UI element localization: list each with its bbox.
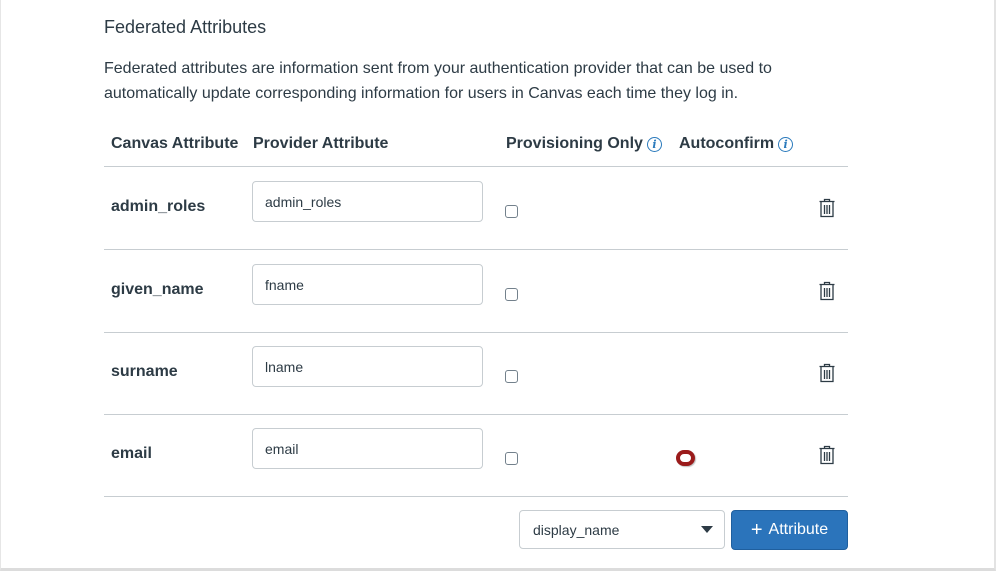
- add-attribute-button[interactable]: + Attribute: [731, 510, 848, 550]
- provider-attribute-input[interactable]: [252, 264, 483, 305]
- table-row: given_name: [104, 250, 848, 333]
- section-description: Federated attributes are information sen…: [104, 60, 772, 102]
- canvas-attribute-name: admin_roles: [111, 198, 206, 215]
- section-title: Federated Attributes: [104, 17, 267, 37]
- header-autoconfirm: Autoconfirm i: [679, 135, 794, 153]
- header-autoconfirm-label: Autoconfirm: [679, 135, 775, 152]
- header-canvas-attribute: Canvas Attribute: [111, 135, 238, 153]
- table-row: surname: [104, 332, 848, 415]
- provisioning-only-checkbox[interactable]: [505, 370, 518, 383]
- provisioning-only-checkbox[interactable]: [505, 452, 518, 465]
- header-provider-attribute-label: Provider Attribute: [253, 135, 389, 152]
- canvas-attribute-name: email: [111, 445, 152, 462]
- plus-icon: +: [750, 519, 763, 541]
- info-icon[interactable]: i: [778, 136, 794, 152]
- provider-attribute-input[interactable]: [252, 346, 483, 387]
- header-provider-attribute: Provider Attribute: [253, 135, 388, 153]
- provider-attribute-input[interactable]: [252, 428, 483, 469]
- canvas-attribute-name: given_name: [111, 281, 204, 298]
- table-row: admin_roles: [104, 167, 848, 250]
- provisioning-only-checkbox[interactable]: [505, 288, 518, 301]
- header-provisioning-only-label: Provisioning Only: [506, 135, 643, 152]
- add-attribute-button-label: Attribute: [768, 521, 829, 538]
- provider-attribute-input[interactable]: [252, 181, 483, 222]
- caret-down-icon: [701, 526, 713, 533]
- trash-icon[interactable]: [818, 363, 836, 383]
- trash-icon[interactable]: [818, 281, 836, 301]
- attribute-select-value: display_name: [533, 521, 620, 538]
- table-row: email: [104, 414, 848, 497]
- header-provisioning-only: Provisioning Only i: [506, 135, 662, 153]
- canvas-attribute-name: surname: [111, 363, 178, 380]
- header-canvas-attribute-label: Canvas Attribute: [111, 135, 239, 152]
- autoconfirm-checkbox-highlighted[interactable]: [676, 450, 695, 466]
- attribute-select[interactable]: display_name: [519, 510, 725, 549]
- info-icon[interactable]: i: [646, 136, 662, 152]
- trash-icon[interactable]: [818, 198, 836, 218]
- provisioning-only-checkbox[interactable]: [505, 205, 518, 218]
- trash-icon[interactable]: [818, 445, 836, 465]
